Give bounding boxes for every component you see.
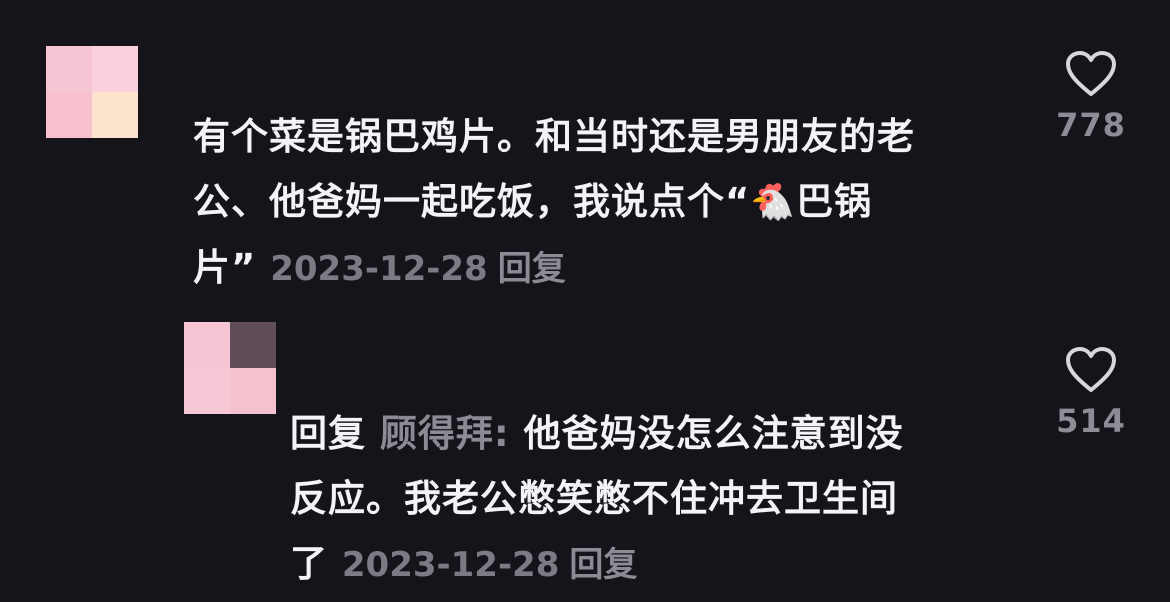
comment-line: 反应。我老公憋笑憋不住冲去卫生间	[290, 477, 898, 520]
reply-comment-item: 回复 顾得拜: 他爸妈没怎么注意到没 反应。我老公憋笑憋不住冲去卫生间 了 20…	[0, 300, 1170, 602]
reply-prefix: 回复	[290, 412, 366, 455]
comment-line: 片” 2023-12-28 回复	[193, 235, 1053, 302]
chicken-emoji-icon: 🐔	[750, 182, 797, 223]
heart-icon	[1066, 347, 1116, 392]
like-count: 514	[1056, 402, 1126, 440]
reply-button[interactable]: 回复	[498, 249, 566, 289]
avatar[interactable]	[184, 322, 276, 414]
comment-line-text: 片”	[193, 246, 257, 289]
comment-item: 有个菜是锅巴鸡片。和当时还是男朋友的老 公、他爸妈一起吃饭，我说点个“🐔巴锅 片…	[0, 0, 1170, 300]
like-count: 778	[1056, 106, 1126, 144]
avatar[interactable]	[46, 46, 138, 138]
comment-line-text: 巴锅	[796, 180, 873, 223]
reply-button[interactable]: 回复	[569, 545, 637, 585]
comment-text: 有个菜是锅巴鸡片。和当时还是男朋友的老 公、他爸妈一起吃饭，我说点个“🐔巴锅 片…	[193, 104, 1053, 302]
comment-line-text: 公、他爸妈一起吃饭，我说点个“	[193, 180, 751, 223]
comment-text: 回复 顾得拜: 他爸妈没怎么注意到没 反应。我老公憋笑憋不住冲去卫生间 了 20…	[290, 401, 1010, 598]
like-button[interactable]: 778	[1046, 50, 1136, 144]
comment-line: 公、他爸妈一起吃饭，我说点个“🐔巴锅	[193, 169, 1053, 235]
comment-line-text: 他爸妈没怎么注意到没	[509, 412, 904, 455]
comment-date: 2023-12-28	[270, 249, 488, 289]
reply-target-username[interactable]: 顾得拜:	[380, 412, 510, 455]
comment-line: 有个菜是锅巴鸡片。和当时还是男朋友的老	[193, 115, 915, 158]
comment-line: 了 2023-12-28 回复	[290, 531, 1010, 598]
comment-date: 2023-12-28	[341, 545, 560, 585]
comment-meta: 2023-12-28 回复	[342, 545, 637, 585]
comment-meta: 2023-12-28 回复	[270, 249, 565, 289]
heart-icon	[1066, 51, 1116, 96]
comment-line-text: 了	[290, 542, 328, 585]
comment-line: 回复 顾得拜: 他爸妈没怎么注意到没	[290, 401, 1010, 466]
like-button[interactable]: 514	[1046, 346, 1136, 440]
